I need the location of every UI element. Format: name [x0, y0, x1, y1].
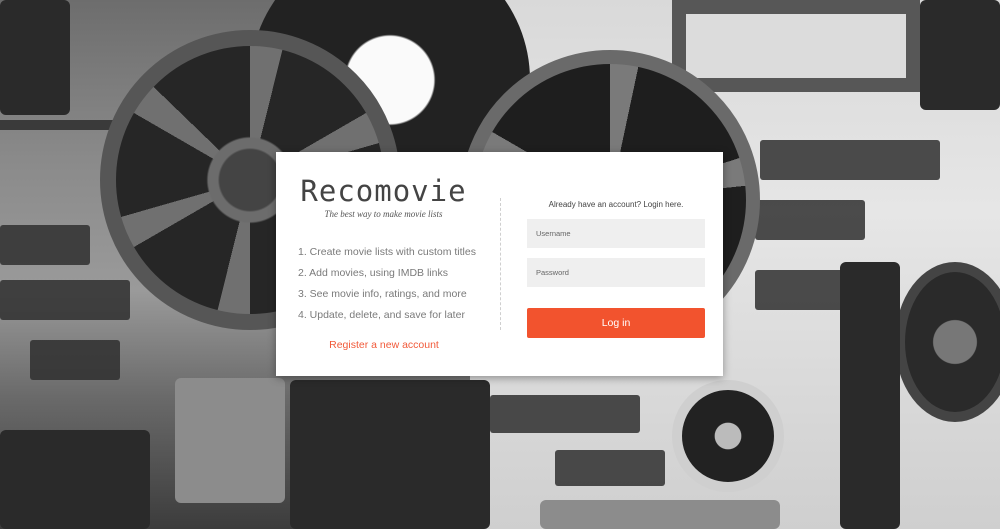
login-button[interactable]: Log in	[527, 308, 705, 338]
background-brick	[760, 140, 940, 180]
background-brick	[0, 280, 130, 320]
machine-bottom-center	[540, 500, 780, 529]
password-input[interactable]	[527, 258, 705, 287]
register-link[interactable]: Register a new account	[276, 339, 492, 351]
feature-item: 1. Create movie lists with custom titles	[298, 246, 476, 258]
camera-top-right	[920, 0, 1000, 110]
camera-top-left	[0, 0, 70, 115]
background-picture-frame	[672, 0, 920, 92]
projector-body	[175, 378, 285, 503]
background-brick	[490, 395, 640, 433]
feature-item: 3. See movie info, ratings, and more	[298, 288, 467, 300]
machine-bottom-left	[0, 430, 150, 529]
app-title: Recomovie	[300, 174, 467, 208]
username-input[interactable]	[527, 219, 705, 248]
background-brick	[0, 225, 90, 265]
background-brick	[555, 450, 665, 486]
projector-center	[290, 380, 490, 529]
background-brick	[755, 200, 865, 240]
background-brick	[30, 340, 120, 380]
login-prompt: Already have an account? Login here.	[548, 200, 684, 209]
film-reel-small	[672, 380, 784, 492]
feature-item: 4. Update, delete, and save for later	[298, 309, 465, 321]
panel-divider	[500, 198, 501, 330]
machine-right	[840, 262, 900, 529]
feature-item: 2. Add movies, using IMDB links	[298, 267, 448, 279]
feature-list: 1. Create movie lists with custom titles…	[298, 242, 476, 326]
intro-panel: Recomovie The best way to make movie lis…	[276, 152, 500, 376]
login-panel: Already have an account? Login here. Log…	[526, 152, 706, 376]
login-card: Recomovie The best way to make movie lis…	[276, 152, 723, 376]
app-tagline: The best way to make movie lists	[324, 209, 443, 219]
